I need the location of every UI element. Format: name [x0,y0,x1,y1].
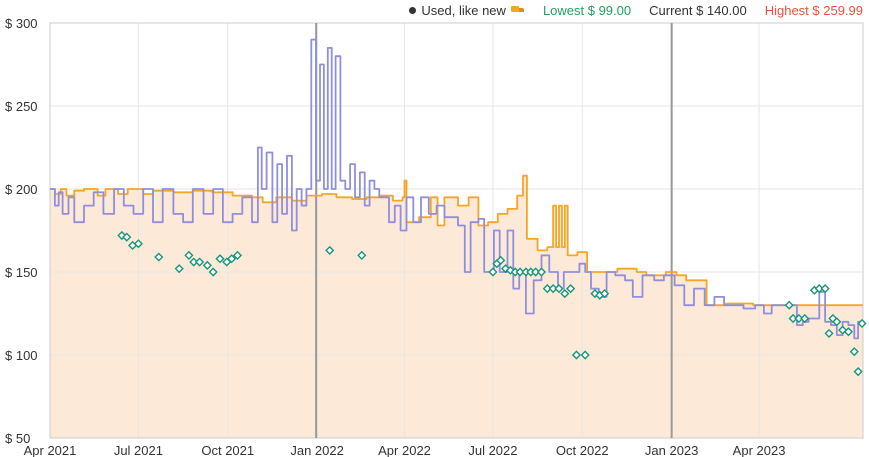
x-tick-label: Jan 2022 [290,443,344,457]
chart-plot-area: $ 50$ 100$ 150$ 200$ 250$ 300Apr 2021 Jul… [5,16,867,457]
y-tick-label: $ 250 [5,99,38,114]
x-tick-label: Apr 2023 [733,443,786,457]
x-tick-label: Apr 2021 [24,443,77,457]
price-area-fill [50,175,863,438]
x-tick-label: Jul 2022 [468,443,517,457]
x-tick-label: Oct 2022 [556,443,609,457]
x-tick-label: Apr 2022 [378,443,431,457]
x-tick-label: Oct 2021 [201,443,254,457]
x-tick-label: Jan 2023 [645,443,699,457]
y-tick-label: $ 100 [5,348,38,363]
x-tick-label: Jul 2021 [114,443,163,457]
y-tick-label: $ 150 [5,265,38,280]
y-tick-label: $ 200 [5,182,38,197]
price-history-chart: { "legend": { "condition_label": "Used, … [0,0,869,457]
y-tick-label: $ 300 [5,16,38,31]
